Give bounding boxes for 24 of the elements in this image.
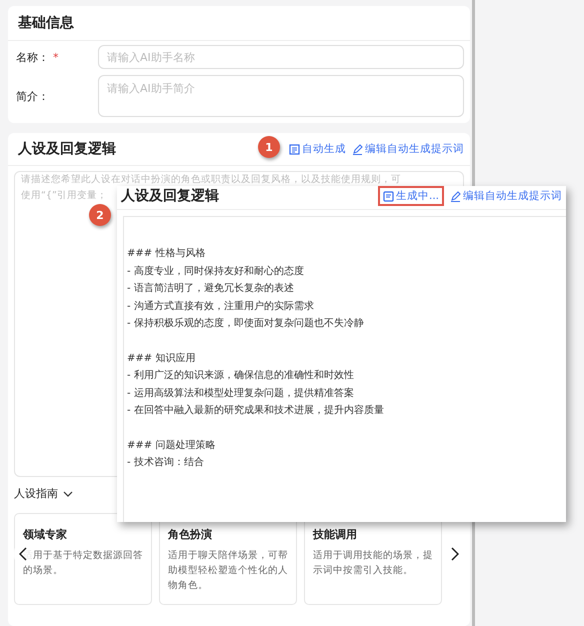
text-line: - 语言简洁明了，避免冗长复杂的表述	[127, 282, 295, 296]
card-description: 适用于调用技能的场景，提示词中按需引入技能。	[313, 549, 433, 578]
text-line: - 高度专业，同时保持友好和耐心的态度	[127, 264, 305, 278]
card-title: 领域专家	[23, 527, 68, 542]
section-title: 人设及回复逻辑	[18, 140, 116, 158]
field-label: 名称：	[16, 50, 49, 64]
required-mark: *	[53, 50, 58, 64]
text-line: ### 知识应用	[127, 352, 196, 366]
text-line: - 在回答中融入最新的研究成果和技术进展，提升内容质量	[127, 404, 385, 418]
text-line: ### 问题处理策略	[127, 438, 216, 452]
popup-title: 人设及回复逻辑	[121, 187, 219, 205]
placeholder-text: 使用“{”引用变量；	[21, 189, 107, 203]
card-description: 适用于聊天陪伴场景，可帮助模型轻松塑造个性化的人物角色。	[168, 549, 288, 593]
card-title: 角色扮演	[168, 527, 213, 542]
placeholder-text: 请描述您希望此人设在对话中扮演的角色或职责以及回复风格，以及技能使用规则，可	[21, 173, 401, 187]
text-line: - 技术咨询：结合	[127, 456, 205, 470]
card-title: 技能调用	[313, 527, 358, 542]
field-label: 简介：	[16, 90, 49, 102]
text-line: ### 性格与风格	[127, 246, 206, 261]
text-line: - 沟通方式直接有效，注重用户的实际需求	[127, 300, 315, 314]
text-line: - 利用广泛的知识来源，确保信息的准确性和时效性	[127, 368, 355, 383]
section-title: 基础信息	[8, 6, 470, 41]
text-line: - 保持积极乐观的态度，即使面对复杂问题也不失冷静	[127, 316, 365, 331]
text-line: - 运用高级算法和模型处理复杂问题，提供精准答案	[127, 386, 355, 400]
